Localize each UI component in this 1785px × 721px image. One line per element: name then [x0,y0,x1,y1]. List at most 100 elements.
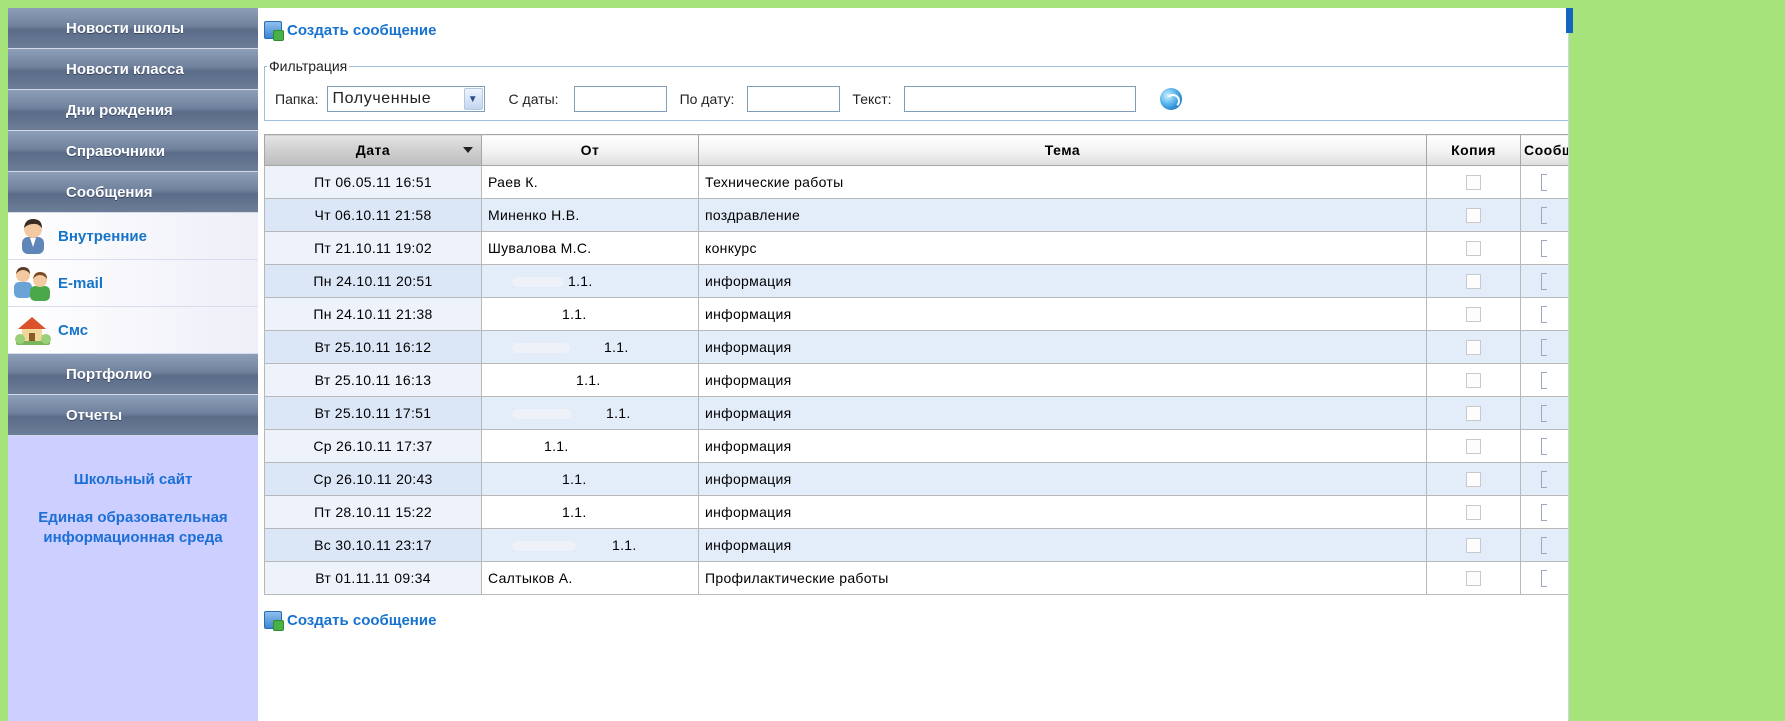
copy-checkbox[interactable] [1466,538,1481,554]
sub-item-internal[interactable]: Внутренние [8,213,258,260]
chevron-down-icon[interactable]: ▼ [463,88,483,110]
cell-date: Пт 21.10.11 19:02 [264,231,482,265]
message-checkbox[interactable] [1541,536,1547,554]
cell-date: Ср 26.10.11 20:43 [264,462,482,496]
copy-checkbox[interactable] [1466,472,1481,488]
cell-subject: информация [698,330,1427,364]
cell-date: Пн 24.10.11 21:38 [264,297,482,331]
message-checkbox[interactable] [1541,569,1547,587]
nav-messages[interactable]: Сообщения [8,172,258,213]
column-header-subject[interactable]: Тема [698,134,1427,166]
table-row[interactable]: Вт 25.10.11 16:12 1.1. информация [264,330,1569,364]
copy-checkbox[interactable] [1466,340,1481,356]
folder-select[interactable]: Полученные ▼ [326,86,485,112]
table-row[interactable]: Вт 01.11.11 09:34 Салтыков А. Профилакти… [264,561,1569,595]
text-filter-input[interactable] [903,86,1136,112]
table-row[interactable]: Ср 26.10.11 20:43 1.1. информация [264,462,1569,496]
nav-news-class[interactable]: Новости класса [8,49,258,90]
create-message-link-bottom[interactable]: Создать сообщение [264,611,437,631]
cell-message [1520,165,1569,199]
cell-subject: информация [698,396,1427,430]
column-header-from[interactable]: От [481,134,699,166]
column-label: Сообщ [1524,142,1568,158]
cell-from: 1.1. [481,297,699,331]
column-label: Дата [355,142,391,158]
filter-row: Папка: Полученные ▼ С даты: По дату: Тек… [275,86,1182,112]
link-edu-environment[interactable]: Единая образовательная информационная ср… [28,508,238,548]
copy-checkbox[interactable] [1466,571,1481,587]
nav-news-school[interactable]: Новости школы [8,8,258,49]
date-from-input[interactable] [573,86,667,112]
message-checkbox[interactable] [1541,371,1547,389]
date-to-input[interactable] [747,86,841,112]
column-header-date[interactable]: Дата [264,134,482,166]
nav-label: Новости школы [66,19,185,37]
cell-message [1520,495,1569,529]
column-label: Тема [1044,142,1081,158]
message-checkbox[interactable] [1541,173,1547,191]
cell-message [1520,561,1569,595]
cell-copy [1426,297,1521,331]
link-school-site[interactable]: Школьный сайт [8,470,258,490]
cell-message [1520,297,1569,331]
redacted-name [512,409,572,420]
copy-checkbox[interactable] [1466,241,1481,257]
table-row[interactable]: Пт 28.10.11 15:22 1.1. информация [264,495,1569,529]
table-row[interactable]: Чт 06.10.11 21:58 Миненко Н.В. поздравле… [264,198,1569,232]
message-checkbox[interactable] [1541,206,1547,224]
column-header-copy[interactable]: Копия [1426,134,1521,166]
text-label: Текст: [852,91,892,107]
copy-checkbox[interactable] [1466,208,1481,224]
sub-item-sms[interactable]: Смс [8,307,258,354]
message-checkbox[interactable] [1541,404,1547,422]
sender-initials: 1.1. [544,438,569,454]
cell-subject: информация [698,528,1427,562]
copy-checkbox[interactable] [1466,175,1481,191]
cell-subject: Технические работы [698,165,1427,199]
table-row[interactable]: Пн 24.10.11 21:38 1.1. информация [264,297,1569,331]
sender-initials: 1.1. [562,306,587,322]
nav-label: Справочники [66,142,165,160]
create-message-link-top[interactable]: Создать сообщение [264,21,436,41]
message-checkbox[interactable] [1541,305,1547,323]
nav-birthdays[interactable]: Дни рождения [8,90,258,131]
nav-directories[interactable]: Справочники [8,131,258,172]
message-checkbox[interactable] [1541,338,1547,356]
table-row[interactable]: Вт 25.10.11 17:51 1.1. информация [264,396,1569,430]
table-row[interactable]: Ср 26.10.11 17:37 1.1. информация [264,429,1569,463]
nav-reports[interactable]: Отчеты [8,395,258,436]
cell-from: Шувалова М.С. [481,231,699,265]
message-checkbox[interactable] [1541,470,1547,488]
refresh-icon[interactable] [1159,88,1182,110]
copy-checkbox[interactable] [1466,439,1481,455]
copy-checkbox[interactable] [1466,373,1481,389]
message-checkbox[interactable] [1541,272,1547,290]
table-row[interactable]: Вс 30.10.11 23:17 1.1. информация [264,528,1569,562]
sub-item-label: Смс [58,321,89,339]
column-header-message[interactable]: Сообщ [1520,134,1569,166]
table-header-row: Дата От Тема Копия Сообщ [264,134,1569,166]
cell-message [1520,429,1569,463]
cell-date: Пт 06.05.11 16:51 [264,165,482,199]
table-row[interactable]: Вт 25.10.11 16:13 1.1. информация [264,363,1569,397]
message-checkbox[interactable] [1541,239,1547,257]
message-checkbox[interactable] [1541,503,1547,521]
scrollbar-thumb[interactable] [1566,8,1573,33]
cell-copy [1426,462,1521,496]
create-message-label: Создать сообщение [287,611,437,629]
table-row[interactable]: Пн 24.10.11 20:51 1.1. информация [264,264,1569,298]
copy-checkbox[interactable] [1466,307,1481,323]
copy-checkbox[interactable] [1466,406,1481,422]
copy-checkbox[interactable] [1466,505,1481,521]
cell-from: 1.1. [481,363,699,397]
cell-date: Вт 25.10.11 17:51 [264,396,482,430]
sub-item-email[interactable]: E-mail [8,260,258,307]
nav-portfolio[interactable]: Портфолио [8,354,258,395]
redacted-name [512,277,564,288]
table-row[interactable]: Пт 06.05.11 16:51 Раев К. Технические ра… [264,165,1569,199]
copy-checkbox[interactable] [1466,274,1481,290]
message-checkbox[interactable] [1541,437,1547,455]
table-row[interactable]: Пт 21.10.11 19:02 Шувалова М.С. конкурс [264,231,1569,265]
